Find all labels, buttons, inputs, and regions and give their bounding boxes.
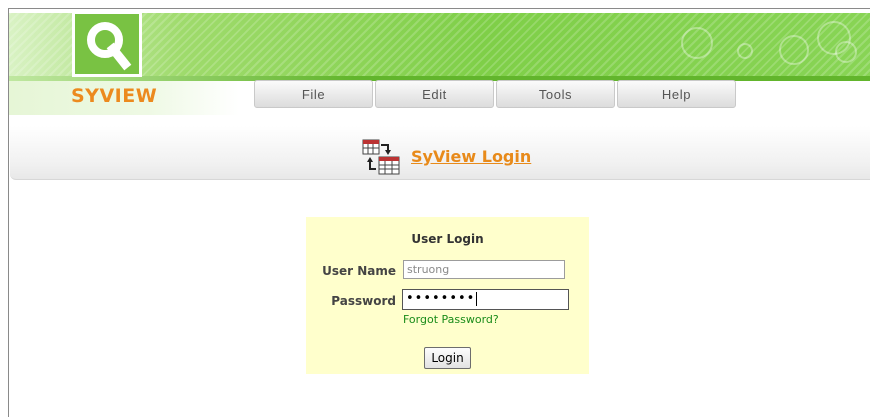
password-mask: •••••••• [406,291,476,306]
logo-badge [72,11,142,77]
login-panel: User Login User Name struong Password ••… [306,217,589,374]
page-title[interactable]: SyView Login [411,147,531,166]
password-label: Password [331,294,396,308]
main-menu: File Edit Tools Help [254,80,736,108]
username-field[interactable]: struong [403,260,565,279]
login-button[interactable]: Login [424,347,471,369]
menu-edit[interactable]: Edit [375,80,494,108]
forgot-password-link[interactable]: Forgot Password? [403,313,499,326]
login-heading: User Login [411,232,484,246]
menu-help[interactable]: Help [617,80,736,108]
logo-text: SYVIEW [71,85,158,107]
menu-tools[interactable]: Tools [496,80,615,108]
magnifier-icon [87,22,132,71]
table-transfer-icon [362,139,400,175]
menu-file[interactable]: File [254,80,373,108]
text-caret [476,291,478,306]
app-window: SYVIEW File Edit Tools Help SyView Login… [8,8,870,417]
password-field[interactable]: •••••••• [402,289,569,310]
username-label: User Name [322,264,396,278]
